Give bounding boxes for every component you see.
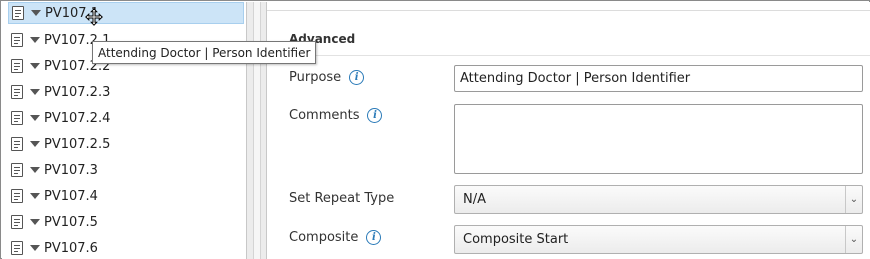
- tree-item[interactable]: PV107.1: [8, 2, 244, 24]
- tooltip: Attending Doctor | Person Identifier: [92, 41, 317, 64]
- document-icon: [11, 59, 23, 73]
- document-icon: [11, 33, 23, 47]
- tree-item-label: PV107.2.3: [44, 84, 111, 100]
- divider: [277, 55, 870, 56]
- document-icon: [11, 163, 23, 177]
- info-icon[interactable]: i: [349, 70, 365, 85]
- info-icon[interactable]: i: [366, 230, 382, 245]
- triangle-down-icon[interactable]: [30, 115, 40, 121]
- comments-label: Comments i: [289, 108, 383, 123]
- info-icon[interactable]: i: [367, 108, 383, 123]
- triangle-down-icon[interactable]: [30, 141, 40, 147]
- tree-item[interactable]: PV107.5: [8, 211, 244, 233]
- window-frame: PV107.1 PV107.2.1 PV107.2.2 PV107.2.3 PV…: [0, 0, 870, 259]
- triangle-down-icon[interactable]: [30, 219, 40, 225]
- tree-item[interactable]: PV107.6: [8, 237, 244, 259]
- document-icon: [12, 6, 24, 20]
- tree-item-label: PV107.6: [44, 240, 98, 256]
- triangle-down-icon[interactable]: [30, 193, 40, 199]
- tree-item[interactable]: PV107.2.5: [8, 133, 244, 155]
- document-icon: [11, 85, 23, 99]
- document-icon: [11, 215, 23, 229]
- set-repeat-type-value: N/A: [463, 192, 486, 207]
- comments-label-text: Comments: [289, 108, 360, 123]
- purpose-label: Purpose i: [289, 70, 365, 85]
- composite-select[interactable]: Composite Start ⌄: [454, 225, 863, 254]
- tree-item-label: PV107.5: [44, 214, 98, 230]
- purpose-field[interactable]: Attending Doctor | Person Identifier: [454, 65, 863, 92]
- triangle-down-icon[interactable]: [31, 10, 41, 16]
- triangle-down-icon[interactable]: [30, 167, 40, 173]
- properties-form: Advanced Purpose i Attending Doctor | Pe…: [267, 2, 870, 259]
- set-repeat-type-select[interactable]: N/A ⌄: [454, 185, 863, 214]
- chevron-down-icon[interactable]: ⌄: [845, 226, 862, 253]
- composite-label-text: Composite: [289, 230, 359, 245]
- document-icon: [11, 137, 23, 151]
- tree-item[interactable]: PV107.2.3: [8, 81, 244, 103]
- composite-label: Composite i: [289, 230, 382, 245]
- purpose-label-text: Purpose: [289, 70, 342, 85]
- chevron-down-icon[interactable]: ⌄: [845, 186, 862, 213]
- tree-item[interactable]: PV107.4: [8, 185, 244, 207]
- document-icon: [11, 189, 23, 203]
- tree-item-label: PV107.3: [44, 162, 98, 178]
- set-repeat-type-label-text: Set Repeat Type: [289, 191, 395, 206]
- triangle-down-icon[interactable]: [30, 245, 40, 251]
- document-icon: [11, 111, 23, 125]
- tree-item-label: PV107.2.5: [44, 136, 111, 152]
- triangle-down-icon[interactable]: [30, 37, 40, 43]
- divider: [267, 10, 870, 11]
- set-repeat-type-label: Set Repeat Type: [289, 191, 394, 206]
- triangle-down-icon[interactable]: [30, 89, 40, 95]
- tree-item[interactable]: PV107.2.4: [8, 107, 244, 129]
- document-icon: [11, 241, 23, 255]
- triangle-down-icon[interactable]: [30, 63, 40, 69]
- composite-value: Composite Start: [463, 232, 569, 247]
- move-cursor-icon: [85, 8, 103, 26]
- tree-item-label: PV107.2.4: [44, 110, 111, 126]
- tree-item-label: PV107.4: [44, 188, 98, 204]
- tree-item[interactable]: PV107.3: [8, 159, 244, 181]
- comments-field[interactable]: [454, 104, 863, 174]
